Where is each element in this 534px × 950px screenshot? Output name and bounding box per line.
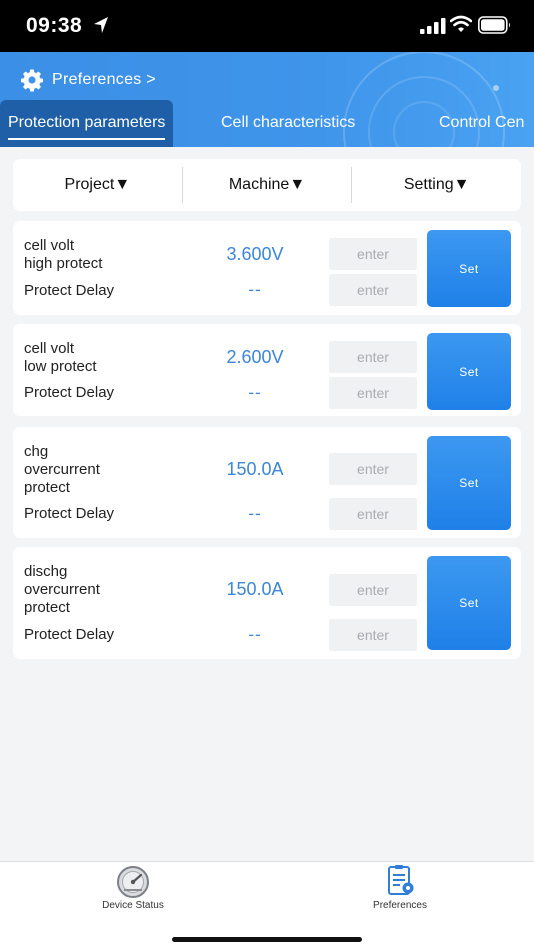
param-label: cell volt high protect [24, 237, 103, 272]
param-value: 150.0A [226, 579, 284, 599]
document-gear-icon [388, 865, 414, 895]
set-button[interactable]: Set [427, 230, 511, 307]
param-input[interactable] [329, 453, 417, 485]
set-button[interactable]: Set [427, 556, 511, 650]
location-arrow-icon [94, 17, 108, 33]
delay-label: Protect Delay [24, 626, 115, 643]
breadcrumb[interactable]: Preferences > [20, 68, 156, 92]
tab-control-center[interactable]: Control Cen [431, 100, 532, 147]
delay-input[interactable] [329, 498, 417, 530]
breadcrumb-label: Preferences > [52, 71, 156, 88]
param-input[interactable] [329, 574, 417, 606]
param-value: 150.0A [226, 459, 284, 479]
tab-label: Control Cen [439, 114, 525, 131]
delay-input[interactable] [329, 274, 417, 306]
wifi-icon [450, 15, 472, 32]
delay-value: -- [248, 280, 262, 299]
battery-icon [478, 16, 510, 34]
param-value: 3.600V [226, 244, 284, 264]
project-dropdown[interactable]: Project▼ [13, 176, 182, 194]
param-label: dischg overcurrent protect [24, 563, 100, 616]
home-indicator [172, 937, 362, 942]
param-card-cell-volt-high: cell volt high protect Protect Delay 3.6… [13, 221, 521, 315]
tab-bar: Protection parameters Cell characteristi… [0, 100, 534, 147]
param-card-chg-overcurrent: chg overcurrent protect Protect Delay 15… [13, 427, 521, 538]
nav-preferences[interactable]: Preferences [325, 864, 475, 911]
param-input[interactable] [329, 341, 417, 373]
nav-label: Preferences [373, 900, 427, 911]
gauge-icon [117, 866, 149, 898]
param-value: 2.600V [226, 347, 284, 367]
delay-label: Protect Delay [24, 282, 115, 299]
tab-protection-parameters[interactable]: Protection parameters [0, 100, 174, 147]
param-card-dischg-overcurrent: dischg overcurrent protect Protect Delay… [13, 547, 521, 659]
status-time: 09:38 [26, 14, 83, 37]
tab-label: Cell characteristics [221, 114, 356, 131]
nav-label: Device Status [102, 900, 164, 911]
tab-label: Protection parameters [8, 114, 166, 131]
param-card-cell-volt-low: cell volt low protect Protect Delay 2.60… [13, 324, 521, 416]
gear-icon [21, 69, 43, 92]
tab-active-indicator [8, 138, 166, 140]
param-input[interactable] [329, 238, 417, 270]
delay-value: -- [248, 625, 262, 644]
set-button[interactable]: Set [427, 333, 511, 410]
filter-bar: Project▼ Machine▼ Setting▼ [13, 159, 521, 211]
app-header: Preferences > Protection parameters Cell… [0, 52, 534, 147]
delay-label: Protect Delay [24, 505, 115, 522]
set-button[interactable]: Set [427, 436, 511, 530]
param-label: chg overcurrent protect [24, 443, 100, 496]
delay-input[interactable] [329, 377, 417, 409]
status-bar: 09:38 [0, 0, 534, 52]
setting-dropdown[interactable]: Setting▼ [352, 176, 521, 194]
tab-cell-characteristics[interactable]: Cell characteristics [213, 100, 363, 147]
cellular-signal-icon [420, 18, 446, 34]
delay-value: -- [248, 504, 262, 523]
delay-input[interactable] [329, 619, 417, 651]
nav-device-status[interactable]: Device Status [58, 864, 208, 911]
delay-label: Protect Delay [24, 384, 115, 401]
param-label: cell volt low protect [24, 340, 97, 375]
machine-dropdown[interactable]: Machine▼ [183, 176, 352, 194]
delay-value: -- [248, 383, 262, 402]
